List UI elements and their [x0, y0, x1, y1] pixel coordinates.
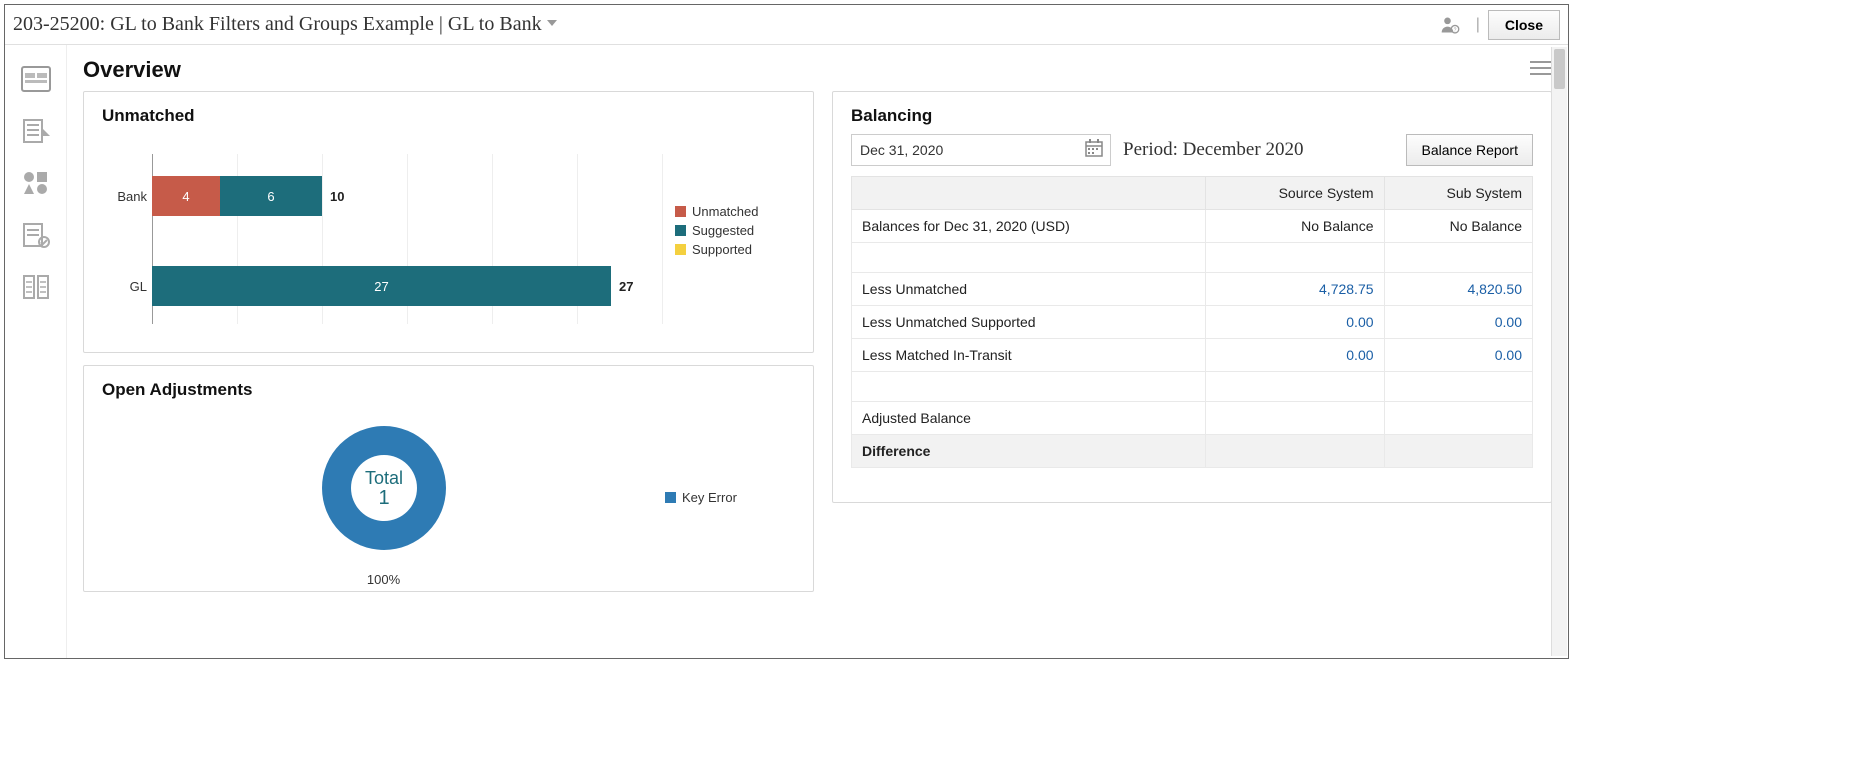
bar-bank-suggested[interactable]: 6 — [220, 176, 322, 216]
col-blank — [852, 177, 1206, 210]
cell-difference-source — [1206, 435, 1384, 468]
separator: | — [1476, 16, 1480, 34]
page-title: 203-25200: GL to Bank Filters and Groups… — [13, 13, 542, 36]
legend-suggested: Suggested — [692, 223, 754, 238]
row-spacer — [852, 243, 1533, 273]
open-adjustments-title: Open Adjustments — [102, 380, 795, 400]
cell-balances-sub: No Balance — [1384, 210, 1532, 243]
balance-report-button[interactable]: Balance Report — [1406, 134, 1533, 166]
row-balances: Balances for Dec 31, 2020 (USD) No Balan… — [852, 210, 1533, 243]
unmatched-card: Unmatched — [83, 91, 814, 353]
row-less-unmatched: Less Unmatched 4,728.75 4,820.50 — [852, 273, 1533, 306]
cell-adjusted-sub — [1384, 402, 1532, 435]
nav-transactions-icon[interactable] — [20, 117, 52, 145]
legend-supported: Supported — [692, 242, 752, 257]
close-button[interactable]: Close — [1488, 10, 1560, 40]
nav-overview-icon[interactable] — [20, 65, 52, 93]
legend-key-error: Key Error — [682, 490, 737, 505]
cell-adjusted-source — [1206, 402, 1384, 435]
balancing-table: Source System Sub System Balances for De… — [851, 176, 1533, 468]
bar-category-gl: GL — [102, 279, 147, 294]
legend-unmatched: Unmatched — [692, 204, 758, 219]
title-dropdown-icon[interactable] — [546, 16, 558, 34]
scrollbar-thumb[interactable] — [1554, 49, 1565, 89]
open-adjustments-card: Open Adjustments Total 1 100% — [83, 365, 814, 592]
panel-menu-icon[interactable] — [1530, 60, 1552, 81]
cell-difference-sub — [1384, 435, 1532, 468]
cell-balances-label: Balances for Dec 31, 2020 (USD) — [852, 210, 1206, 243]
nav-shapes-icon[interactable] — [20, 169, 52, 197]
unmatched-bar-chart: Bank 4 6 10 GL 27 27 — [102, 134, 675, 344]
svg-text:Total: Total — [364, 468, 402, 488]
cell-less-unmatched-source[interactable]: 4,728.75 — [1206, 273, 1384, 306]
row-spacer-2 — [852, 372, 1533, 402]
col-sub-system: Sub System — [1384, 177, 1532, 210]
nav-columns-icon[interactable] — [20, 273, 52, 301]
col-source-system: Source System — [1206, 177, 1384, 210]
row-difference: Difference — [852, 435, 1533, 468]
left-nav — [5, 45, 67, 658]
cell-less-supported-source[interactable]: 0.00 — [1206, 306, 1384, 339]
row-adjusted: Adjusted Balance — [852, 402, 1533, 435]
user-help-icon[interactable]: ? — [1440, 15, 1460, 35]
cell-less-intransit-source[interactable]: 0.00 — [1206, 339, 1384, 372]
donut-percent: 100% — [367, 572, 400, 587]
unmatched-legend: Unmatched Suggested Supported — [675, 134, 795, 344]
cell-adjusted-label: Adjusted Balance — [852, 402, 1206, 435]
bar-gl-total: 27 — [619, 279, 633, 294]
row-less-supported: Less Unmatched Supported 0.00 0.00 — [852, 306, 1533, 339]
svg-text:1: 1 — [378, 487, 389, 509]
bar-bank-unmatched[interactable]: 4 — [152, 176, 220, 216]
nav-approved-icon[interactable] — [20, 221, 52, 249]
balance-date-field[interactable] — [852, 142, 1078, 158]
svg-text:?: ? — [1453, 27, 1456, 33]
balance-date-input[interactable] — [851, 134, 1111, 166]
period-label: Period: December 2020 — [1123, 139, 1303, 161]
balancing-title: Balancing — [851, 106, 1533, 126]
cell-less-unmatched-sub[interactable]: 4,820.50 — [1384, 273, 1532, 306]
row-less-intransit: Less Matched In-Transit 0.00 0.00 — [852, 339, 1533, 372]
cell-balances-source: No Balance — [1206, 210, 1384, 243]
cell-difference-label: Difference — [852, 435, 1206, 468]
overview-heading: Overview — [83, 57, 181, 83]
cell-less-supported-sub[interactable]: 0.00 — [1384, 306, 1532, 339]
bar-bank-total: 10 — [330, 189, 344, 204]
cell-less-intransit-sub[interactable]: 0.00 — [1384, 339, 1532, 372]
unmatched-title: Unmatched — [102, 106, 795, 126]
cell-less-supported-label: Less Unmatched Supported — [852, 306, 1206, 339]
open-adjustments-donut[interactable]: Total 1 — [304, 408, 464, 568]
bar-gl-suggested[interactable]: 27 — [152, 266, 611, 306]
balancing-card: Balancing Period: December 2020 Balance … — [832, 91, 1552, 503]
cell-less-unmatched-label: Less Unmatched — [852, 273, 1206, 306]
calendar-icon[interactable] — [1078, 139, 1110, 162]
bar-category-bank: Bank — [102, 189, 147, 204]
cell-less-intransit-label: Less Matched In-Transit — [852, 339, 1206, 372]
vertical-scrollbar[interactable] — [1551, 47, 1567, 656]
